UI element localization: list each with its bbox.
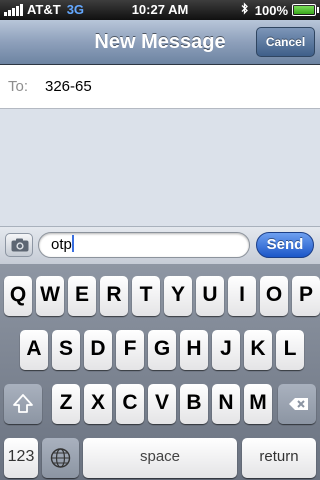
recipient-row[interactable]: To: 326-65 xyxy=(0,65,320,109)
message-text: otp xyxy=(51,236,72,253)
keyboard: QWERTYUIOP ASDFGHJKL ZXCVBNM 123 space r… xyxy=(0,264,320,480)
space-key[interactable]: space xyxy=(83,438,237,478)
battery-percent: 100% xyxy=(254,2,288,18)
key-y[interactable]: Y xyxy=(164,276,192,316)
nav-bar: New Message Cancel xyxy=(0,20,320,65)
numbers-key[interactable]: 123 xyxy=(4,438,38,478)
bluetooth-icon xyxy=(241,2,249,18)
backspace-key[interactable] xyxy=(278,384,316,424)
status-bar: AT&T 3G 10:27 AM 100% xyxy=(0,0,320,20)
compose-bar: otp Send xyxy=(0,226,320,264)
camera-icon xyxy=(11,238,29,252)
key-r[interactable]: R xyxy=(100,276,128,316)
to-label: To: xyxy=(8,78,29,95)
key-g[interactable]: G xyxy=(148,330,176,370)
key-d[interactable]: D xyxy=(84,330,112,370)
shift-icon xyxy=(13,394,33,413)
camera-button[interactable] xyxy=(5,233,33,257)
globe-icon xyxy=(50,448,71,468)
recipient-field[interactable]: 326-65 xyxy=(45,78,92,95)
key-z[interactable]: Z xyxy=(52,384,80,424)
key-o[interactable]: O xyxy=(260,276,288,316)
send-button[interactable]: Send xyxy=(256,232,314,258)
key-p[interactable]: P xyxy=(292,276,320,316)
message-input[interactable]: otp xyxy=(38,232,250,258)
key-n[interactable]: N xyxy=(212,384,240,424)
shift-key[interactable] xyxy=(4,384,42,424)
key-e[interactable]: E xyxy=(68,276,96,316)
key-a[interactable]: A xyxy=(20,330,48,370)
key-f[interactable]: F xyxy=(116,330,144,370)
backspace-icon xyxy=(289,398,308,410)
return-key[interactable]: return xyxy=(242,438,316,478)
key-w[interactable]: W xyxy=(36,276,64,316)
key-i[interactable]: I xyxy=(228,276,256,316)
key-x[interactable]: X xyxy=(84,384,112,424)
key-t[interactable]: T xyxy=(132,276,160,316)
globe-key[interactable] xyxy=(42,438,79,478)
battery-fill xyxy=(294,6,314,14)
status-right: 100% xyxy=(241,2,319,18)
key-c[interactable]: C xyxy=(116,384,144,424)
key-v[interactable]: V xyxy=(148,384,176,424)
cancel-button[interactable]: Cancel xyxy=(256,27,315,57)
key-h[interactable]: H xyxy=(180,330,208,370)
key-b[interactable]: B xyxy=(180,384,208,424)
key-j[interactable]: J xyxy=(212,330,240,370)
key-k[interactable]: K xyxy=(244,330,272,370)
key-m[interactable]: M xyxy=(244,384,272,424)
battery-icon xyxy=(292,4,319,16)
message-thread-area xyxy=(0,109,320,226)
key-s[interactable]: S xyxy=(52,330,80,370)
key-q[interactable]: Q xyxy=(4,276,32,316)
key-l[interactable]: L xyxy=(276,330,304,370)
text-cursor xyxy=(71,235,74,252)
key-u[interactable]: U xyxy=(196,276,224,316)
